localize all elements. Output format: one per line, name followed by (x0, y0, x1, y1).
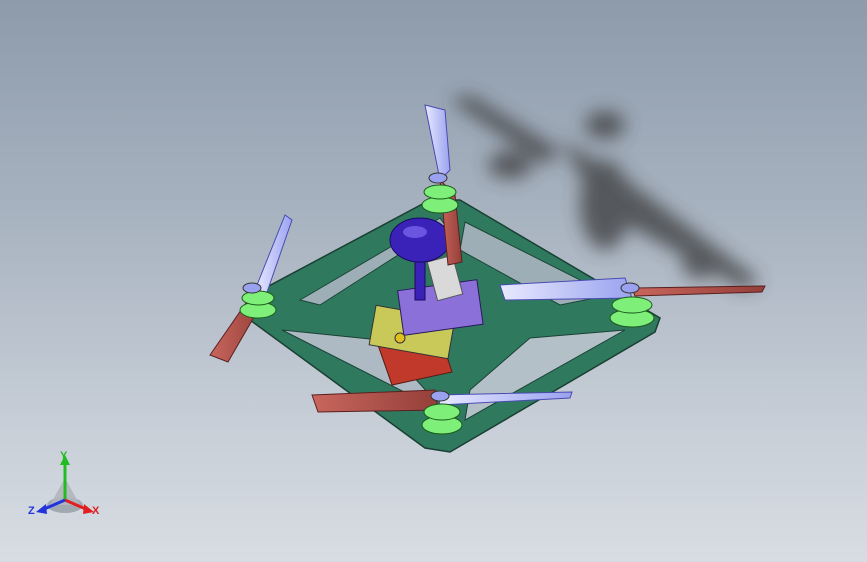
rotor-front-right (311, 389, 573, 435)
y-axis-label: Y (60, 450, 68, 462)
cad-viewport[interactable]: Y X Z (0, 0, 867, 562)
axis-triad (36, 455, 94, 514)
z-axis-label: Z (28, 505, 35, 517)
drone-model[interactable] (0, 0, 867, 562)
x-axis-label: X (92, 505, 100, 517)
